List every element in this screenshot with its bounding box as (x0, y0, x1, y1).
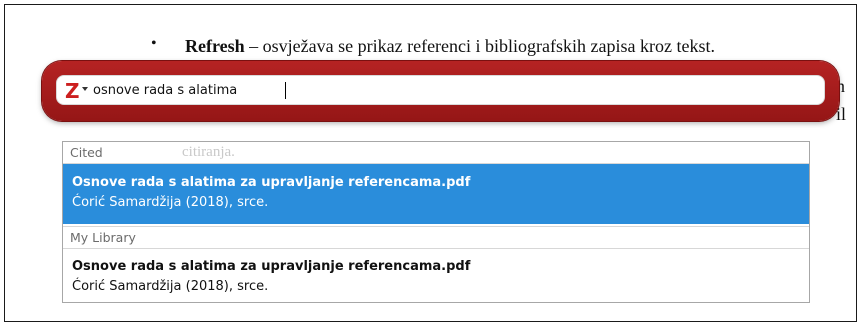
result-title: Osnove rada s alatima za upravljanje ref… (72, 175, 471, 190)
zotero-quick-format-bar: Z (42, 61, 839, 121)
citation-search-box[interactable]: Z (56, 75, 825, 105)
section-header-my-library: My Library (63, 226, 809, 249)
bullet-text: Refresh – osvježava se prikaz referenci … (185, 36, 715, 57)
result-meta: Ćorić Samardžija (2018), srce. (72, 195, 269, 210)
refresh-term: Refresh (185, 36, 245, 56)
chevron-down-icon[interactable] (82, 87, 88, 91)
citation-search-input[interactable] (93, 80, 793, 100)
result-meta: Ćorić Samardžija (2018), srce. (72, 279, 269, 294)
text-cursor (285, 82, 286, 99)
zotero-z-icon[interactable]: Z (65, 80, 80, 102)
result-item[interactable]: Osnove rada s alatima za upravljanje ref… (63, 249, 809, 302)
result-title: Osnove rada s alatima za upravljanje ref… (72, 259, 471, 274)
citation-results-list: Cited Osnove rada s alatima za upravljan… (62, 141, 810, 303)
refresh-description: – osvježava se prikaz referenci i biblio… (244, 36, 715, 56)
bullet-point: • (151, 35, 157, 52)
section-header-cited: Cited (63, 142, 809, 164)
result-item-selected[interactable]: Osnove rada s alatima za upravljanje ref… (63, 164, 809, 224)
